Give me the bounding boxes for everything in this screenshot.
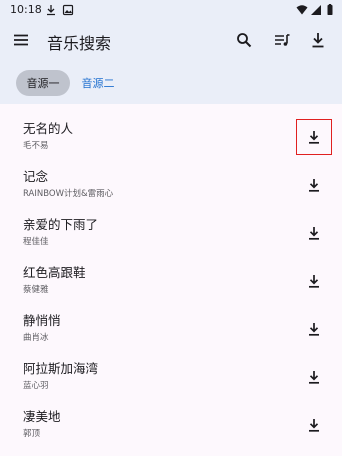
download-all-button[interactable] xyxy=(306,28,330,52)
search-button[interactable] xyxy=(232,28,256,52)
song-artist: 郭顶 xyxy=(23,429,41,439)
download-button[interactable] xyxy=(296,167,332,203)
playlist-icon xyxy=(275,34,290,46)
song-artist: 曲肖冰 xyxy=(23,333,49,343)
list-item[interactable]: 静悄悄 曲肖冰 xyxy=(0,296,342,344)
menu-button[interactable] xyxy=(9,28,33,52)
download-button[interactable] xyxy=(296,263,332,299)
search-icon xyxy=(237,33,252,48)
list-item[interactable]: 凄美地 郭顶 xyxy=(0,392,342,440)
download-button[interactable] xyxy=(296,359,332,395)
status-bar: 10:18 xyxy=(0,0,342,20)
app-bar: 音乐搜索 xyxy=(0,20,342,61)
status-time: 10:18 xyxy=(10,3,42,16)
source-selector: 音源一 音源二 xyxy=(0,61,342,104)
song-title: 亲爱的下雨了 xyxy=(23,217,99,232)
song-artist: 蓝心羽 xyxy=(23,381,49,391)
download-button[interactable] xyxy=(296,215,332,251)
tab-source-1[interactable]: 音源一 xyxy=(16,70,70,96)
song-title: 红色高跟鞋 xyxy=(23,265,86,280)
download-icon xyxy=(309,275,319,288)
song-title: 无名的人 xyxy=(23,121,74,136)
list-item[interactable]: 记念 RAINBOW计划&雷雨心 xyxy=(0,152,342,200)
download-icon xyxy=(309,227,319,240)
download-icon xyxy=(309,419,319,432)
song-title: 凄美地 xyxy=(23,409,61,424)
song-artist: 毛不易 xyxy=(23,141,49,151)
menu-icon xyxy=(14,34,28,46)
list-item[interactable]: 红色高跟鞋 蔡健雅 xyxy=(0,248,342,296)
song-list: 无名的人 毛不易 记念 RAINBOW计划&雷雨心 亲爱的下雨了 程佳佳 红色高… xyxy=(0,104,342,456)
download-button[interactable] xyxy=(296,119,332,155)
list-item[interactable]: 无名的人 毛不易 xyxy=(0,104,342,155)
download-icon xyxy=(47,5,55,16)
download-icon xyxy=(312,33,324,48)
page-title: 音乐搜索 xyxy=(47,34,112,53)
song-title: 静悄悄 xyxy=(23,313,61,328)
song-title: 阿拉斯加海湾 xyxy=(23,361,99,376)
battery-icon xyxy=(327,4,333,15)
song-artist: 程佳佳 xyxy=(23,237,49,247)
download-icon xyxy=(309,323,319,336)
download-icon xyxy=(309,371,319,384)
tab-source-2[interactable]: 音源二 xyxy=(78,70,118,96)
song-artist: 蔡健雅 xyxy=(23,285,49,295)
playlist-button[interactable] xyxy=(270,28,294,52)
song-title: 记念 xyxy=(23,169,49,184)
song-artist: RAINBOW计划&雷雨心 xyxy=(23,189,114,199)
download-icon xyxy=(309,131,319,144)
wifi-icon xyxy=(296,5,308,15)
download-icon xyxy=(309,179,319,192)
image-icon xyxy=(62,4,74,16)
list-item[interactable]: 阿拉斯加海湾 蓝心羽 xyxy=(0,344,342,392)
signal-icon xyxy=(311,5,321,15)
list-item[interactable]: 亲爱的下雨了 程佳佳 xyxy=(0,200,342,248)
download-button[interactable] xyxy=(296,407,332,443)
download-button[interactable] xyxy=(296,311,332,347)
